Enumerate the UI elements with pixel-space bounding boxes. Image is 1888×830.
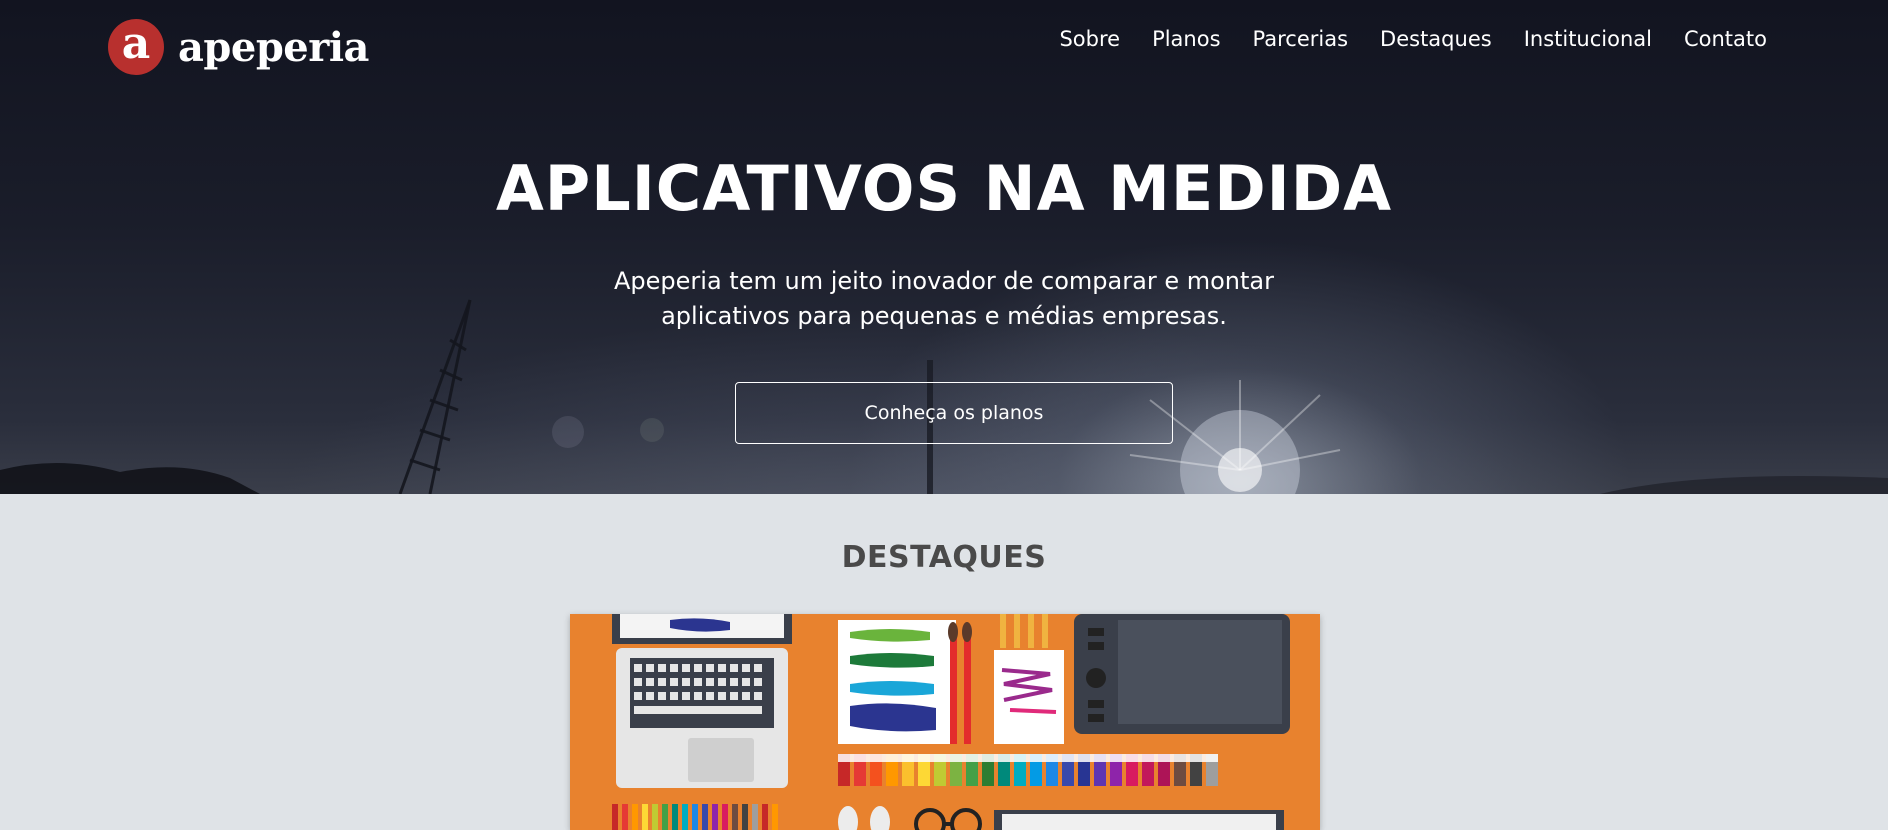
see-plans-button[interactable]: Conheça os planos — [735, 382, 1173, 444]
destaques-section: DESTAQUES — [0, 494, 1888, 830]
nav-item-parcerias[interactable]: Parcerias — [1253, 24, 1349, 54]
nav-item-contato[interactable]: Contato — [1684, 24, 1767, 54]
nav-item-destaques[interactable]: Destaques — [1380, 24, 1492, 54]
main-nav: Sobre Planos Parcerias Destaques Institu… — [1027, 24, 1767, 54]
brand-logo[interactable]: a apeperia — [108, 19, 369, 75]
nav-item-sobre[interactable]: Sobre — [1059, 24, 1120, 54]
featured-image[interactable] — [570, 614, 1320, 830]
hero-section: a apeperia Sobre Planos Parcerias Destaq… — [0, 0, 1888, 494]
hero-subtitle-line-2: aplicativos para pequenas e médias empre… — [661, 302, 1227, 330]
hero-title: APLICATIVOS NA MEDIDA — [495, 152, 1393, 225]
destaques-title: DESTAQUES — [841, 540, 1047, 575]
nav-item-institucional[interactable]: Institucional — [1524, 24, 1652, 54]
nav-item-planos[interactable]: Planos — [1152, 24, 1220, 54]
brand-name: apeperia — [178, 23, 369, 71]
hero-subtitle: Apeperia tem um jeito inovador de compar… — [594, 264, 1294, 334]
logo-mark-icon: a — [108, 19, 164, 75]
hero-subtitle-line-1: Apeperia tem um jeito inovador de compar… — [614, 267, 1274, 295]
